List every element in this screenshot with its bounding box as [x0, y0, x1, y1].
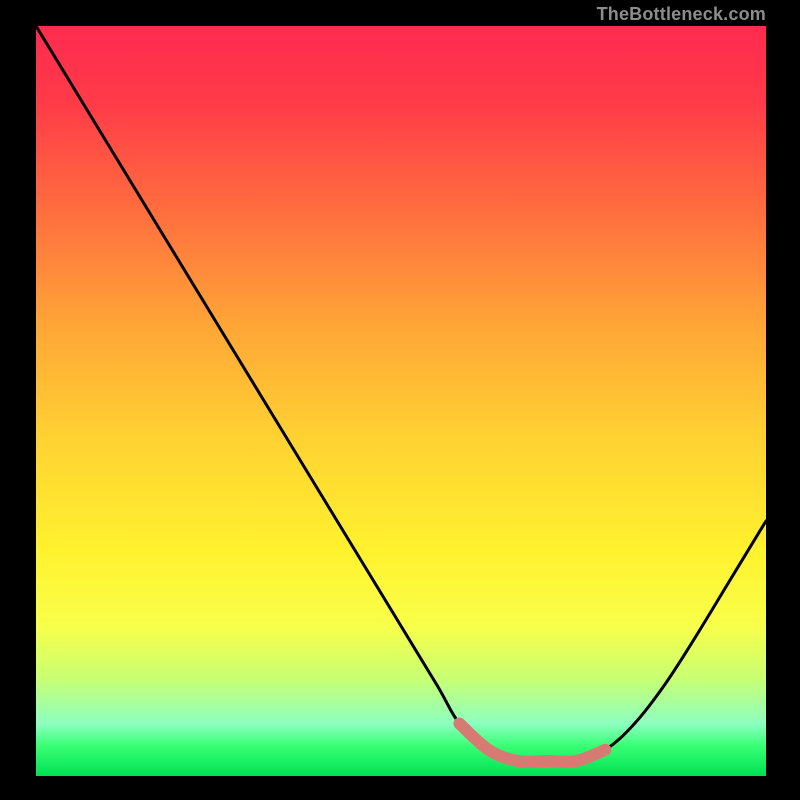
- chart-root: TheBottleneck.com: [0, 0, 800, 800]
- bottleneck-curve: [36, 26, 766, 762]
- attribution-text: TheBottleneck.com: [597, 4, 766, 25]
- curve-overlay: [36, 26, 766, 776]
- highlight-segment: [459, 724, 605, 762]
